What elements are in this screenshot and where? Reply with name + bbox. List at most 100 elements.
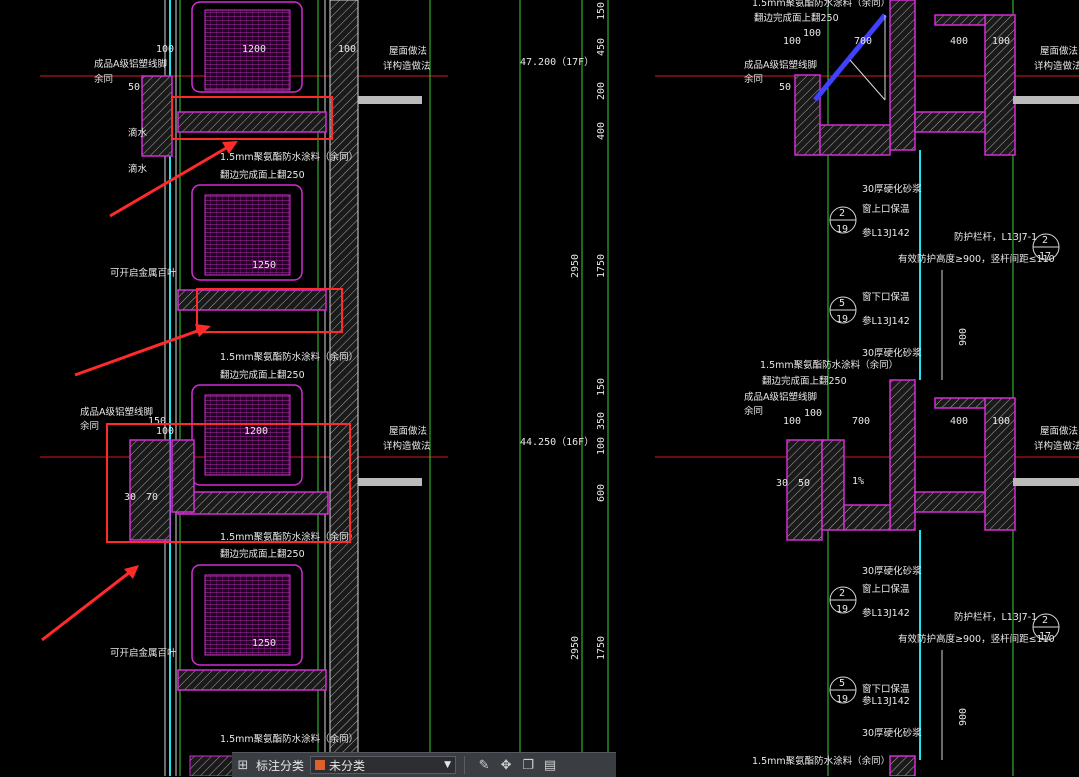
svg-text:1200: 1200: [242, 44, 266, 55]
annotation-turnup: 翻边完成面上翻250: [220, 548, 305, 560]
annotation-profile: 成品A级铝塑线脚: [80, 406, 153, 418]
svg-text:30厚硬化砂浆: 30厚硬化砂浆: [862, 183, 922, 195]
svg-text:30厚硬化砂浆: 30厚硬化砂浆: [862, 565, 922, 577]
svg-text:900: 900: [958, 328, 969, 346]
svg-text:50: 50: [128, 82, 140, 93]
svg-text:50: 50: [779, 82, 791, 93]
svg-text:参L13J142: 参L13J142: [862, 227, 910, 239]
svg-text:19: 19: [836, 694, 848, 705]
svg-text:余同: 余同: [744, 405, 763, 417]
svg-text:1250: 1250: [252, 638, 276, 649]
annotation-toolbar: ⊞ 标注分类 未分类 ▼ ✎ ✥ ❐ ▤: [232, 752, 616, 777]
svg-text:50: 50: [798, 478, 810, 489]
svg-text:1.5mm聚氨酯防水涂料（余同）: 1.5mm聚氨酯防水涂料（余同）: [752, 755, 890, 767]
svg-text:100: 100: [596, 437, 607, 455]
grid-icon[interactable]: ⊞: [232, 755, 254, 775]
svg-text:成品A级铝塑线脚: 成品A级铝塑线脚: [744, 59, 817, 71]
toolbar-label: 标注分类: [256, 758, 305, 773]
svg-text:1%: 1%: [852, 476, 864, 487]
svg-text:350: 350: [596, 412, 607, 430]
annotation-turnup: 翻边完成面上翻250: [220, 369, 305, 381]
svg-text:100: 100: [992, 416, 1010, 427]
annotation-detail: 详构造做法: [383, 440, 431, 452]
copy-icon[interactable]: ❐: [517, 755, 539, 775]
svg-text:翻边完成面上翻250: 翻边完成面上翻250: [754, 12, 839, 24]
svg-text:详构造做法: 详构造做法: [1034, 60, 1079, 72]
detail-bubble[interactable]: 5 19: [829, 676, 857, 705]
toolbar-divider: [464, 756, 466, 774]
chevron-down-icon: ▼: [444, 760, 452, 770]
svg-text:窗上口保温: 窗上口保温: [862, 203, 910, 215]
svg-text:100: 100: [783, 416, 801, 427]
svg-text:2950: 2950: [570, 636, 581, 660]
svg-text:100: 100: [803, 28, 821, 39]
svg-text:屋面做法: 屋面做法: [1040, 425, 1078, 437]
svg-text:30: 30: [776, 478, 788, 489]
category-color-swatch: [315, 760, 326, 770]
svg-text:2: 2: [839, 588, 845, 599]
annotation-waterproof: 1.5mm聚氨酯防水涂料（余同）: [220, 351, 358, 363]
move-icon[interactable]: ✥: [495, 755, 517, 775]
svg-text:有效防护高度≥900，竖杆间距≤110: 有效防护高度≥900，竖杆间距≤110: [898, 633, 1055, 645]
paste-icon[interactable]: ▤: [539, 755, 561, 775]
annotation-detail: 详构造做法: [383, 60, 431, 72]
annotation-drip: 滴水: [128, 127, 148, 139]
svg-text:600: 600: [596, 484, 607, 502]
svg-text:2950: 2950: [570, 254, 581, 278]
svg-text:1750: 1750: [596, 254, 607, 278]
svg-text:5: 5: [839, 298, 845, 309]
cad-drawing-canvas[interactable]: 2 19 2 17 5 19 2 19 2 17 5 19 成品A级铝塑线脚 余…: [0, 0, 1079, 776]
svg-text:150: 150: [596, 2, 607, 20]
svg-text:参L13J142: 参L13J142: [862, 695, 910, 707]
annotation-louver: 可开启金属百叶: [110, 647, 177, 659]
louver-panel: [191, 564, 303, 666]
annotation-turnup: 翻边完成面上翻250: [220, 169, 305, 181]
svg-text:700: 700: [852, 416, 870, 427]
svg-text:详构造做法: 详构造做法: [1034, 440, 1079, 452]
svg-text:屋面做法: 屋面做法: [1040, 45, 1078, 57]
svg-text:100: 100: [338, 44, 356, 55]
svg-text:防护栏杆，L13J7-1: 防护栏杆，L13J7-1: [954, 611, 1037, 623]
svg-text:150: 150: [596, 378, 607, 396]
svg-text:成品A级铝塑线脚: 成品A级铝塑线脚: [744, 391, 817, 403]
svg-text:窗下口保温: 窗下口保温: [862, 291, 910, 303]
detail-bubble[interactable]: 2 19: [829, 206, 857, 235]
svg-text:有效防护高度≥900，竖杆间距≤110: 有效防护高度≥900，竖杆间距≤110: [898, 253, 1055, 265]
svg-text:400: 400: [950, 416, 968, 427]
svg-text:2: 2: [839, 208, 845, 219]
annotation-same: 余同: [80, 420, 99, 432]
svg-text:19: 19: [836, 604, 848, 615]
svg-text:窗下口保温: 窗下口保温: [862, 683, 910, 695]
svg-text:450: 450: [596, 38, 607, 56]
edit-icon[interactable]: ✎: [473, 755, 495, 775]
svg-text:1250: 1250: [252, 260, 276, 271]
svg-text:70: 70: [146, 492, 158, 503]
annotation-louver: 可开启金属百叶: [110, 267, 177, 279]
svg-text:5: 5: [839, 678, 845, 689]
svg-text:1.5mm聚氨酯防水涂料（余同）: 1.5mm聚氨酯防水涂料（余同）: [760, 359, 898, 371]
svg-text:100: 100: [783, 36, 801, 47]
svg-text:200: 200: [596, 82, 607, 100]
svg-text:参L13J142: 参L13J142: [862, 607, 910, 619]
detail-bubble[interactable]: 2 19: [829, 586, 857, 615]
annotation-roof: 屋面做法: [389, 45, 427, 57]
svg-text:400: 400: [596, 122, 607, 140]
category-select[interactable]: 未分类 ▼: [310, 756, 457, 774]
level-label: 44.250（16F）: [520, 436, 594, 448]
svg-text:翻边完成面上翻250: 翻边完成面上翻250: [762, 375, 847, 387]
svg-text:2: 2: [1042, 235, 1048, 246]
svg-text:30厚硬化砂浆: 30厚硬化砂浆: [862, 347, 922, 359]
markup-arrow: [41, 565, 139, 642]
svg-text:2: 2: [1042, 615, 1048, 626]
svg-text:100: 100: [804, 408, 822, 419]
svg-text:400: 400: [950, 36, 968, 47]
level-label: 47.200（17F）: [520, 56, 594, 68]
annotation-waterproof: 1.5mm聚氨酯防水涂料（余同）: [220, 733, 358, 745]
category-select-value: 未分类: [329, 758, 366, 773]
annotation-roof: 屋面做法: [389, 425, 427, 437]
annotation-waterproof: 1.5mm聚氨酯防水涂料（余同）: [220, 151, 358, 163]
svg-text:19: 19: [836, 314, 848, 325]
markup-arrow: [74, 324, 211, 377]
detail-bubble[interactable]: 5 19: [829, 296, 857, 325]
annotation-profile: 成品A级铝塑线脚: [94, 58, 167, 70]
